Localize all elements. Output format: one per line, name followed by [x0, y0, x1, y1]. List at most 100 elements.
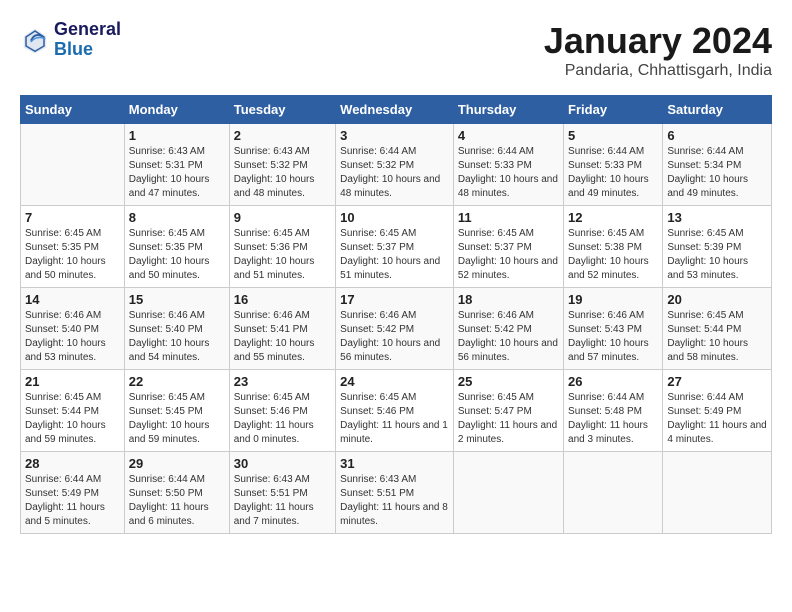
day-cell: 20Sunrise: 6:45 AMSunset: 5:44 PMDayligh… [663, 288, 772, 370]
day-info: Sunrise: 6:46 AMSunset: 5:40 PMDaylight:… [129, 309, 225, 365]
column-header-tuesday: Tuesday [229, 96, 335, 124]
day-number: 31 [340, 456, 449, 471]
day-info: Sunrise: 6:44 AMSunset: 5:34 PMDaylight:… [667, 145, 767, 201]
day-cell [663, 452, 772, 534]
column-header-thursday: Thursday [453, 96, 563, 124]
day-info: Sunrise: 6:43 AMSunset: 5:32 PMDaylight:… [234, 145, 331, 201]
day-number: 10 [340, 210, 449, 225]
week-row-3: 14 Sunrise: 6:46 AMSunset: 5:40 PMDayligh… [21, 288, 772, 370]
day-number: 14 [25, 292, 120, 307]
day-cell: 25 Sunrise: 6:45 AMSunset: 5:47 PMDayligh… [453, 370, 563, 452]
day-cell: 17 Sunrise: 6:46 AMSunset: 5:42 PMDayligh… [336, 288, 454, 370]
page-title: January 2024 [544, 20, 772, 62]
day-info: Sunrise: 6:45 AMSunset: 5:47 PMDaylight:… [458, 391, 559, 447]
day-info: Sunrise: 6:45 AMSunset: 5:39 PMDaylight:… [667, 227, 767, 283]
day-number: 19 [568, 292, 658, 307]
day-info: Sunrise: 6:44 AMSunset: 5:33 PMDaylight:… [458, 145, 559, 201]
day-number: 1 [129, 128, 225, 143]
day-info: Sunrise: 6:45 AMSunset: 5:35 PMDaylight:… [129, 227, 225, 283]
column-header-saturday: Saturday [663, 96, 772, 124]
day-info: Sunrise: 6:46 AMSunset: 5:43 PMDaylight:… [568, 309, 658, 365]
day-number: 27 [667, 374, 767, 389]
day-cell: 21Sunrise: 6:45 AMSunset: 5:44 PMDayligh… [21, 370, 125, 452]
day-info: Sunrise: 6:45 AMSunset: 5:38 PMDaylight:… [568, 227, 658, 283]
day-cell: 6Sunrise: 6:44 AMSunset: 5:34 PMDaylight… [663, 124, 772, 206]
day-cell: 30 Sunrise: 6:43 AMSunset: 5:51 PMDayligh… [229, 452, 335, 534]
day-info: Sunrise: 6:44 AMSunset: 5:32 PMDaylight:… [340, 145, 449, 201]
day-number: 8 [129, 210, 225, 225]
week-row-1: 1Sunrise: 6:43 AMSunset: 5:31 PMDaylight… [21, 124, 772, 206]
week-row-4: 21Sunrise: 6:45 AMSunset: 5:44 PMDayligh… [21, 370, 772, 452]
day-info: Sunrise: 6:46 AMSunset: 5:40 PMDaylight:… [25, 309, 120, 365]
day-number: 26 [568, 374, 658, 389]
day-info: Sunrise: 6:43 AMSunset: 5:51 PMDaylight:… [340, 473, 449, 529]
day-cell: 24Sunrise: 6:45 AMSunset: 5:46 PMDayligh… [336, 370, 454, 452]
day-info: Sunrise: 6:44 AMSunset: 5:49 PMDaylight:… [25, 473, 120, 529]
day-cell: 3 Sunrise: 6:44 AMSunset: 5:32 PMDaylight… [336, 124, 454, 206]
day-cell: 23Sunrise: 6:45 AMSunset: 5:46 PMDayligh… [229, 370, 335, 452]
day-cell: 2 Sunrise: 6:43 AMSunset: 5:32 PMDaylight… [229, 124, 335, 206]
day-cell: 11Sunrise: 6:45 AMSunset: 5:37 PMDayligh… [453, 206, 563, 288]
day-cell: 18 Sunrise: 6:46 AMSunset: 5:42 PMDayligh… [453, 288, 563, 370]
day-number: 17 [340, 292, 449, 307]
page-subtitle: Pandaria, Chhattisgarh, India [544, 62, 772, 80]
day-cell: 29 Sunrise: 6:44 AMSunset: 5:50 PMDayligh… [124, 452, 229, 534]
day-info: Sunrise: 6:43 AMSunset: 5:51 PMDaylight:… [234, 473, 331, 529]
day-number: 30 [234, 456, 331, 471]
day-number: 3 [340, 128, 449, 143]
day-number: 7 [25, 210, 120, 225]
day-cell [453, 452, 563, 534]
day-number: 2 [234, 128, 331, 143]
day-number: 16 [234, 292, 331, 307]
day-cell: 28 Sunrise: 6:44 AMSunset: 5:49 PMDayligh… [21, 452, 125, 534]
day-number: 29 [129, 456, 225, 471]
day-info: Sunrise: 6:45 AMSunset: 5:35 PMDaylight:… [25, 227, 120, 283]
day-cell: 1Sunrise: 6:43 AMSunset: 5:31 PMDaylight… [124, 124, 229, 206]
day-cell [564, 452, 663, 534]
column-header-wednesday: Wednesday [336, 96, 454, 124]
logo-line2: Blue [54, 40, 121, 60]
day-info: Sunrise: 6:45 AMSunset: 5:45 PMDaylight:… [129, 391, 225, 447]
day-info: Sunrise: 6:45 AMSunset: 5:37 PMDaylight:… [458, 227, 559, 283]
day-info: Sunrise: 6:45 AMSunset: 5:36 PMDaylight:… [234, 227, 331, 283]
day-number: 23 [234, 374, 331, 389]
header-row: SundayMondayTuesdayWednesdayThursdayFrid… [21, 96, 772, 124]
title-section: January 2024 Pandaria, Chhattisgarh, Ind… [544, 20, 772, 80]
day-number: 28 [25, 456, 120, 471]
logo-icon [20, 25, 50, 55]
day-cell: 14 Sunrise: 6:46 AMSunset: 5:40 PMDayligh… [21, 288, 125, 370]
week-row-5: 28 Sunrise: 6:44 AMSunset: 5:49 PMDayligh… [21, 452, 772, 534]
day-info: Sunrise: 6:46 AMSunset: 5:42 PMDaylight:… [340, 309, 449, 365]
day-cell: 5Sunrise: 6:44 AMSunset: 5:33 PMDaylight… [564, 124, 663, 206]
logo-line1: General [54, 20, 121, 40]
day-cell: 16 Sunrise: 6:46 AMSunset: 5:41 PMDayligh… [229, 288, 335, 370]
day-cell: 4 Sunrise: 6:44 AMSunset: 5:33 PMDaylight… [453, 124, 563, 206]
day-number: 18 [458, 292, 559, 307]
column-header-friday: Friday [564, 96, 663, 124]
day-cell: 12 Sunrise: 6:45 AMSunset: 5:38 PMDayligh… [564, 206, 663, 288]
day-cell: 26Sunrise: 6:44 AMSunset: 5:48 PMDayligh… [564, 370, 663, 452]
week-row-2: 7 Sunrise: 6:45 AMSunset: 5:35 PMDaylight… [21, 206, 772, 288]
day-info: Sunrise: 6:44 AMSunset: 5:50 PMDaylight:… [129, 473, 225, 529]
day-info: Sunrise: 6:46 AMSunset: 5:41 PMDaylight:… [234, 309, 331, 365]
day-cell: 13 Sunrise: 6:45 AMSunset: 5:39 PMDayligh… [663, 206, 772, 288]
day-cell: 10 Sunrise: 6:45 AMSunset: 5:37 PMDayligh… [336, 206, 454, 288]
day-number: 21 [25, 374, 120, 389]
day-cell: 27Sunrise: 6:44 AMSunset: 5:49 PMDayligh… [663, 370, 772, 452]
day-cell: 8 Sunrise: 6:45 AMSunset: 5:35 PMDaylight… [124, 206, 229, 288]
day-info: Sunrise: 6:44 AMSunset: 5:33 PMDaylight:… [568, 145, 658, 201]
column-header-sunday: Sunday [21, 96, 125, 124]
logo: General Blue [20, 20, 121, 60]
day-number: 24 [340, 374, 449, 389]
day-number: 4 [458, 128, 559, 143]
column-header-monday: Monday [124, 96, 229, 124]
day-info: Sunrise: 6:45 AMSunset: 5:37 PMDaylight:… [340, 227, 449, 283]
day-cell: 19 Sunrise: 6:46 AMSunset: 5:43 PMDayligh… [564, 288, 663, 370]
day-number: 13 [667, 210, 767, 225]
header: General Blue January 2024 Pandaria, Chha… [20, 20, 772, 80]
day-number: 20 [667, 292, 767, 307]
day-cell: 7 Sunrise: 6:45 AMSunset: 5:35 PMDaylight… [21, 206, 125, 288]
day-number: 25 [458, 374, 559, 389]
day-number: 12 [568, 210, 658, 225]
day-info: Sunrise: 6:46 AMSunset: 5:42 PMDaylight:… [458, 309, 559, 365]
